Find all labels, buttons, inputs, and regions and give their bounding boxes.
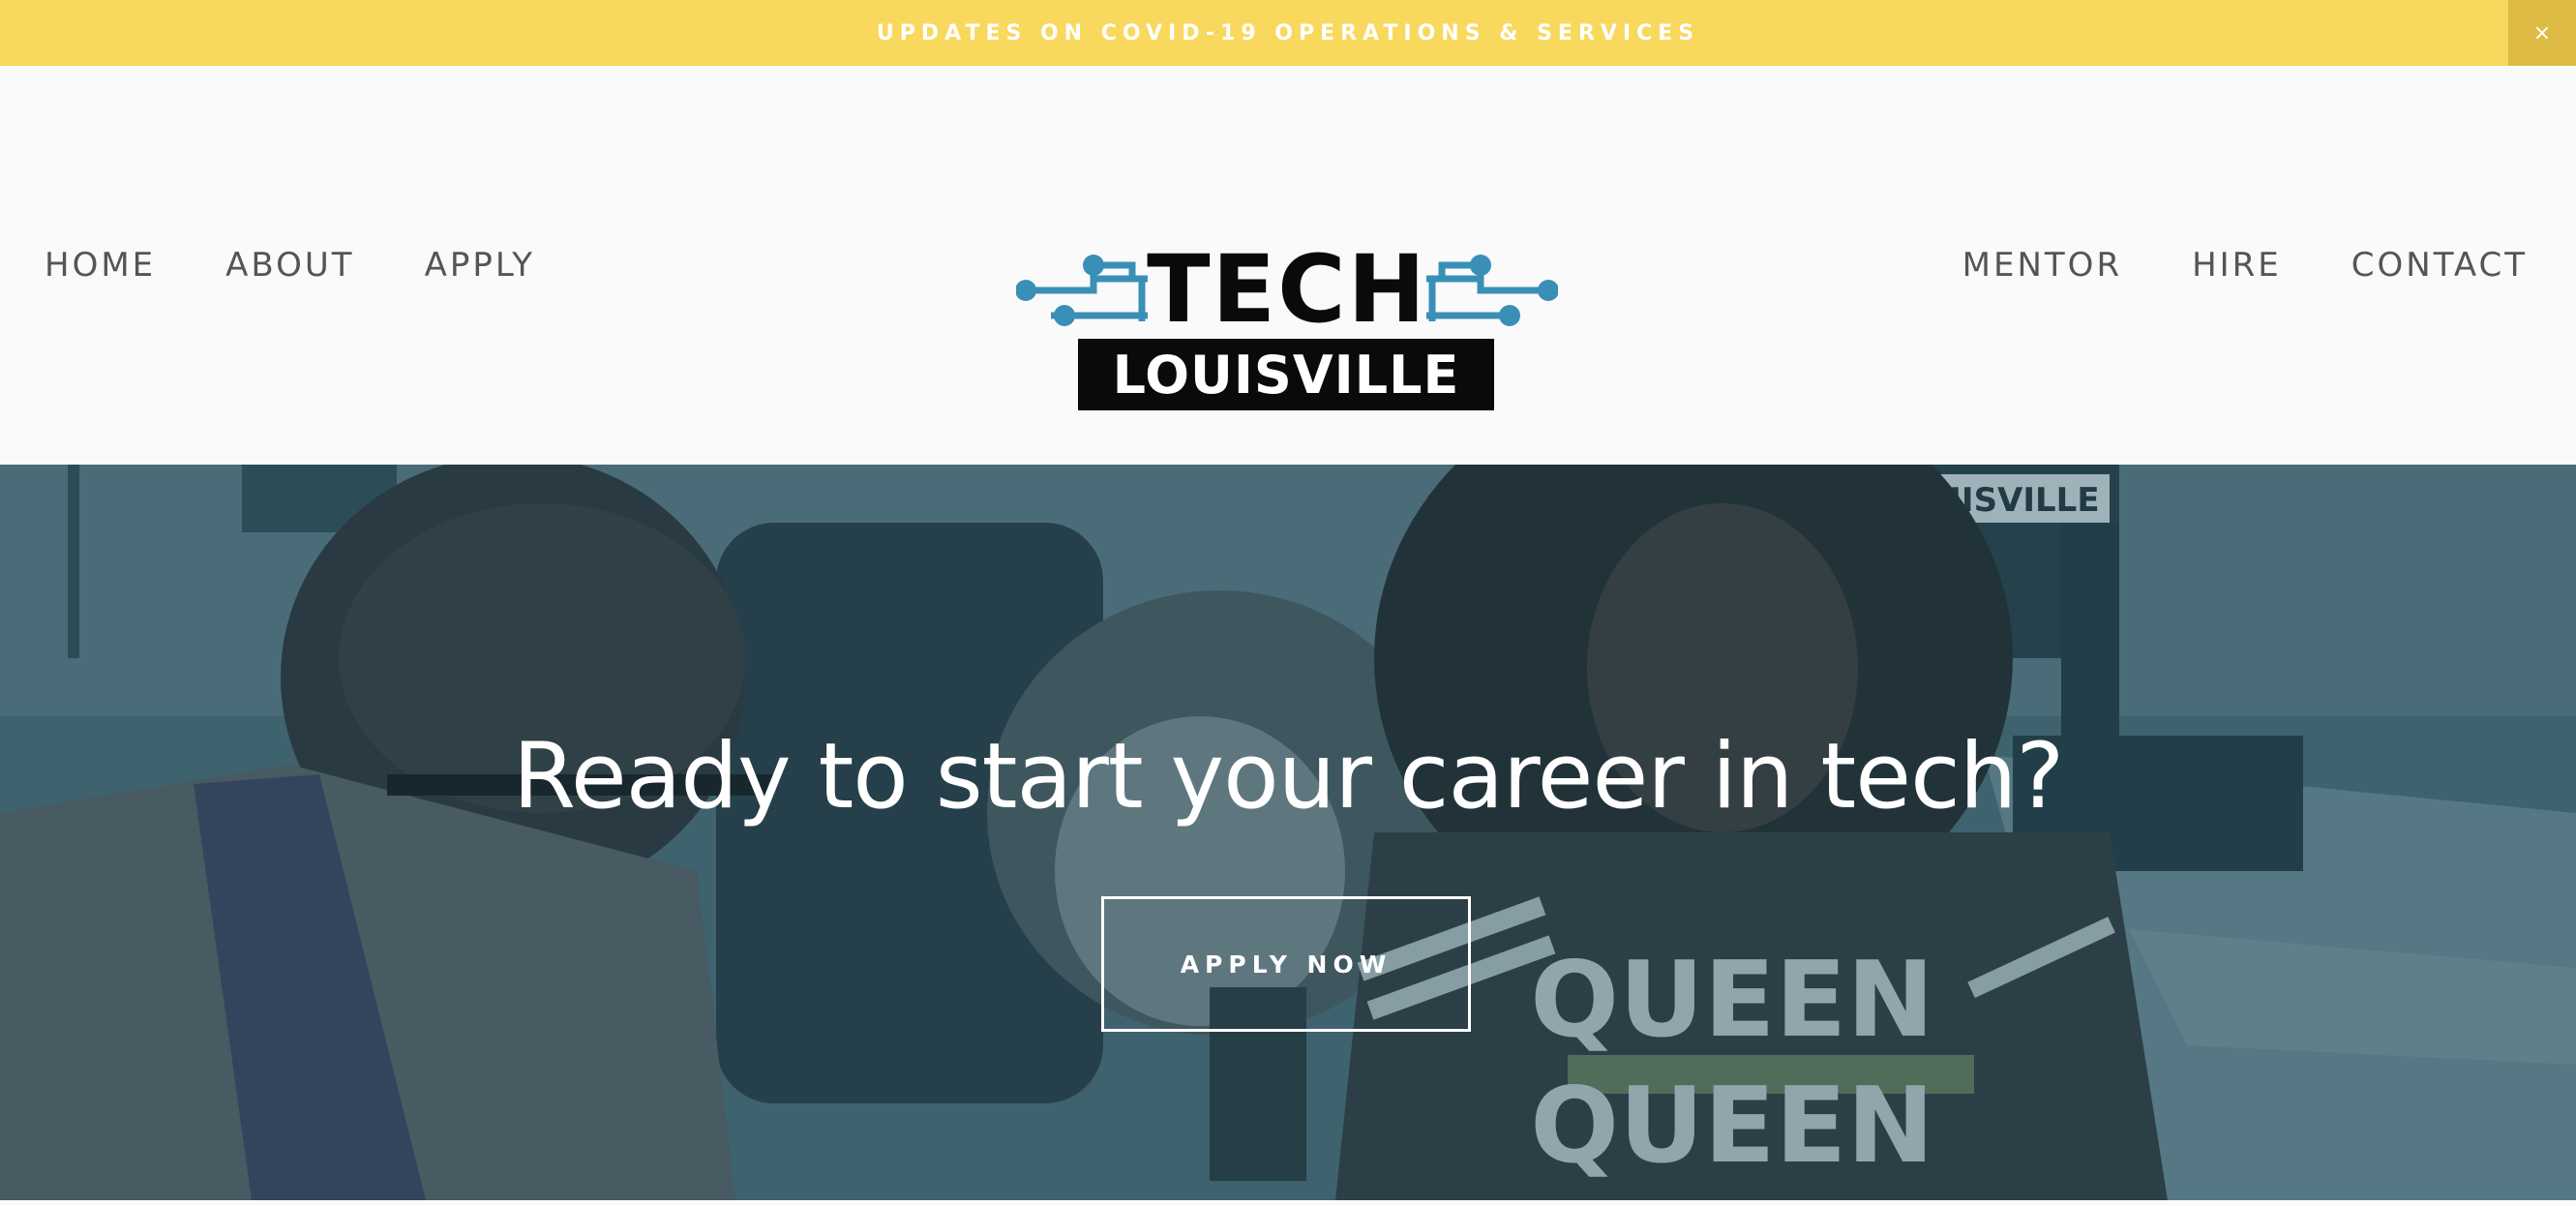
nav-apply-link[interactable]: APPLY	[425, 246, 535, 285]
announcement-close-button[interactable]: ×	[2508, 0, 2576, 66]
circuit-left-icon	[1022, 261, 1148, 321]
hero-section: OUISVILLE QUEEN QUEEN Ready to start you…	[0, 465, 2576, 1200]
announcement-text[interactable]: UPDATES ON COVID-19 OPERATIONS & SERVICE…	[877, 21, 1699, 45]
nav-contact-link[interactable]: CONTACT	[2351, 246, 2528, 285]
circuit-right-icon	[1426, 261, 1550, 321]
site-logo[interactable]: TECH LOUISVILLE	[1016, 186, 1558, 410]
announcement-bar[interactable]: UPDATES ON COVID-19 OPERATIONS & SERVICE…	[0, 0, 2576, 66]
nav-hire-link[interactable]: HIRE	[2192, 246, 2282, 285]
logo-louisville-text: LOUISVILLE	[1113, 345, 1460, 406]
hero-overlay	[0, 465, 2576, 1200]
nav-left: HOME ABOUT APPLY	[45, 66, 605, 465]
logo-tech-text: TECH	[1147, 235, 1427, 344]
close-icon: ×	[2532, 20, 2552, 45]
site-header: HOME ABOUT APPLY TECH LOUISVILLE MENTOR …	[0, 66, 2576, 465]
hero-title: Ready to start your career in tech?	[512, 724, 2064, 829]
apply-now-button[interactable]: APPLY NOW	[1101, 896, 1471, 1032]
nav-right: MENTOR HIRE CONTACT	[1893, 66, 2528, 465]
nav-mentor-link[interactable]: MENTOR	[1962, 246, 2122, 285]
apply-now-label: APPLY NOW	[1180, 950, 1393, 979]
nav-about-link[interactable]: ABOUT	[225, 246, 354, 285]
nav-home-link[interactable]: HOME	[45, 246, 156, 285]
